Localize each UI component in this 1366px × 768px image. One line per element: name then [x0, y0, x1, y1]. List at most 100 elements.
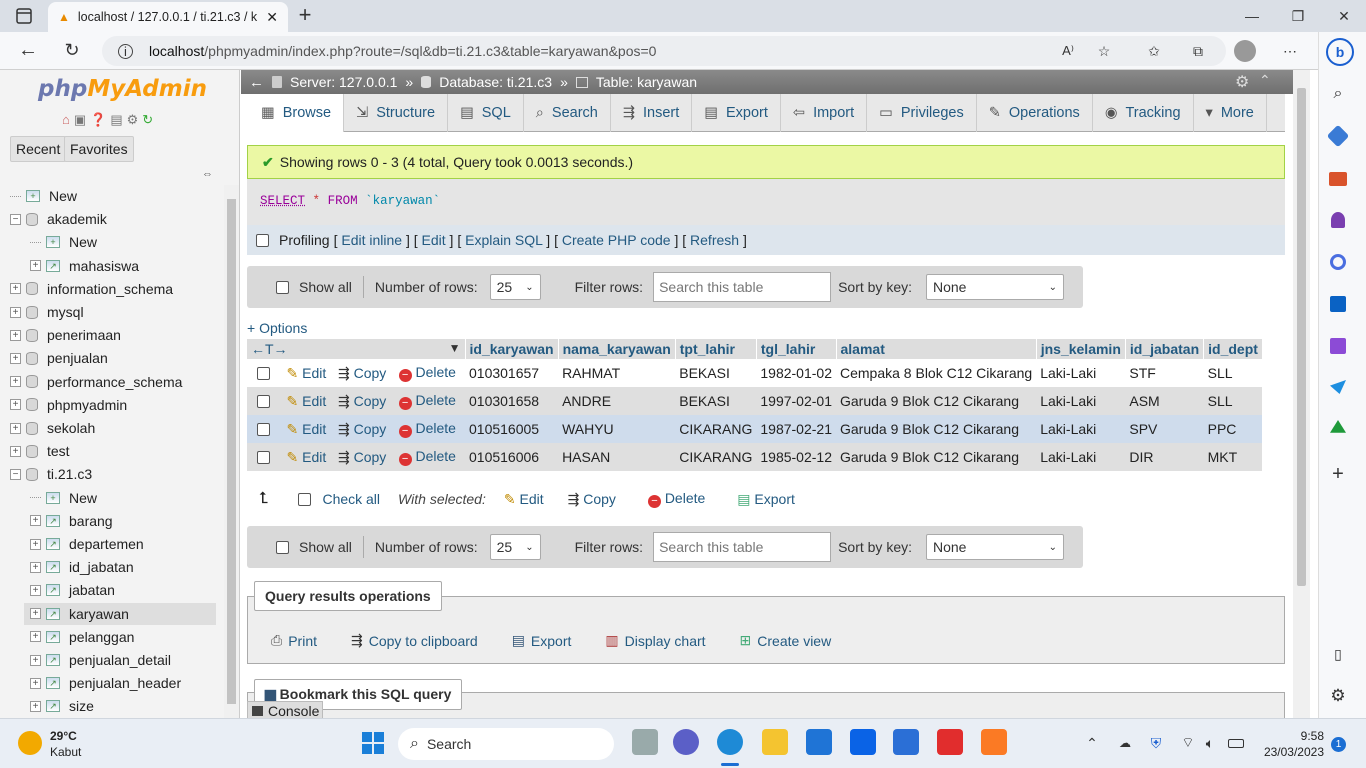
cell-id_jabatan[interactable]: ASM [1125, 387, 1204, 415]
bulk-delete-button[interactable]: − Delete [647, 490, 705, 508]
office-icon[interactable] [1330, 254, 1346, 270]
collections-icon[interactable]: ⧉ [1188, 42, 1208, 60]
close-tab-icon[interactable]: ✕ [266, 9, 278, 26]
tree-label[interactable]: penjualan_detail [69, 652, 171, 668]
tab-tracking[interactable]: ◉ Tracking [1093, 94, 1194, 132]
tree-new-item[interactable]: + New [10, 185, 77, 207]
database-icon[interactable] [26, 467, 38, 481]
breadcrumb-table[interactable]: Table: karyawan [596, 74, 697, 90]
logout-icon[interactable]: ▣ [74, 112, 86, 128]
cell-tpt_lahir[interactable]: BEKASI [675, 387, 757, 415]
cell-id_jabatan[interactable]: STF [1125, 359, 1204, 387]
table-icon[interactable]: ↗ [46, 514, 60, 527]
sidebar-toggle-icon[interactable]: ▯ [1328, 644, 1348, 664]
tree-label[interactable]: penjualan [47, 350, 108, 366]
new-tab-button[interactable]: + [294, 2, 316, 27]
rows-select-bottom[interactable]: 25 ⌄ [489, 534, 541, 560]
tree-label[interactable]: New [69, 234, 97, 250]
expand-icon[interactable]: + [10, 283, 21, 295]
home-icon[interactable]: ⌂ [62, 112, 70, 128]
taskbar-search[interactable]: ⌕ Search [398, 728, 614, 760]
cell-tgl_lahir[interactable]: 1987-02-21 [756, 415, 836, 443]
cell-id_dept[interactable]: SLL [1203, 359, 1263, 387]
games-icon[interactable] [1331, 212, 1345, 228]
clock-date[interactable]: 23/03/2023 [1260, 745, 1324, 759]
tree-table-jabatan[interactable]: + ↗ jabatan [30, 579, 115, 601]
clock-time[interactable]: 9:58 [1300, 729, 1324, 743]
options-link[interactable]: + Options [247, 320, 307, 336]
breadcrumb-database[interactable]: Database: ti.21.c3 [439, 74, 552, 90]
cell-alamat[interactable]: Garuda 9 Blok C12 Cikarang [836, 415, 1037, 443]
tab-import[interactable]: ⇦ Import [781, 94, 868, 132]
collapse-top-icon[interactable]: ⌃ [1259, 72, 1271, 89]
expand-icon[interactable]: + [30, 631, 41, 643]
row-delete-button[interactable]: − Delete [394, 443, 465, 471]
column-header-tgl_lahir[interactable]: tgl_lahir [756, 339, 837, 359]
expand-icon[interactable]: + [30, 654, 41, 666]
cell-alamat[interactable]: Cempaka 8 Blok C12 Cikarang [836, 359, 1037, 387]
row-edit-button[interactable]: ✎ Edit [282, 443, 334, 471]
outlook-icon[interactable] [1330, 296, 1346, 312]
settings-icon[interactable]: ⚙ [127, 112, 139, 128]
tab-insert[interactable]: ⇶ Insert [611, 94, 693, 132]
table-icon[interactable]: ↗ [46, 561, 60, 574]
tree-label[interactable]: ti.21.c3 [47, 466, 92, 482]
tree-database-performance-schema[interactable]: + performance_schema [10, 371, 182, 393]
tree-label[interactable]: id_jabatan [69, 559, 134, 575]
row-copy-button[interactable]: ⇶ Copy [333, 359, 395, 387]
bulk-edit-button[interactable]: ✎ Edit [504, 491, 544, 508]
tab-more[interactable]: ▾ More [1194, 94, 1267, 132]
show-all-checkbox[interactable] [276, 280, 289, 294]
page-settings-icon[interactable]: ⚙ [1235, 72, 1249, 92]
cell-id_dept[interactable]: SLL [1203, 387, 1263, 415]
expand-icon[interactable]: + [30, 608, 41, 620]
close-window-icon[interactable]: ✕ [1336, 6, 1352, 26]
collapse-icon[interactable]: − [10, 213, 21, 225]
start-icon[interactable] [362, 732, 384, 754]
column-header-tpt_lahir[interactable]: tpt_lahir [675, 339, 757, 359]
tree-database-information-schema[interactable]: + information_schema [10, 278, 173, 300]
expand-icon[interactable]: + [10, 399, 21, 411]
wifi-icon[interactable]: ⌔ [1180, 734, 1196, 751]
back-icon[interactable]: ← [18, 39, 38, 61]
minimize-icon[interactable]: — [1244, 6, 1260, 26]
check-all-checkbox[interactable] [298, 492, 312, 506]
column-header-alamat[interactable]: alamat [836, 339, 1037, 359]
expand-icon[interactable]: + [30, 677, 41, 689]
wps-icon[interactable] [937, 729, 963, 755]
read-aloud-icon[interactable]: A⁾ [1058, 42, 1078, 60]
filter-rows-input[interactable]: Search this table [653, 272, 832, 302]
new-item-icon[interactable]: + [46, 491, 60, 504]
tree-table-mahasiswa[interactable]: + ↗ mahasiswa [30, 255, 139, 277]
bulk-copy-button[interactable]: ⇶ Copy [568, 491, 616, 508]
tab-operations[interactable]: ✎ Operations [977, 94, 1093, 132]
filter-rows-input-bottom[interactable]: Search this table [653, 532, 832, 562]
tree-database-penerimaan[interactable]: + penerimaan [10, 324, 121, 346]
tree-database-penjualan[interactable]: + penjualan [10, 347, 108, 369]
refresh-icon[interactable]: ↻ [62, 40, 82, 60]
tab-search[interactable]: ⌕ Search [524, 94, 611, 132]
cell-jns_kelamin[interactable]: Laki-Laki [1036, 415, 1126, 443]
tree-database-mysql[interactable]: + mysql [10, 301, 84, 323]
cell-tpt_lahir[interactable]: CIKARANG [675, 443, 757, 471]
pma-logo[interactable]: phpMyAdmin [38, 76, 207, 102]
tab-browse[interactable]: ▦ Browse [249, 94, 345, 132]
dropbox-icon[interactable] [850, 729, 876, 755]
query-op-display-chart[interactable]: ▥ Display chart [605, 632, 705, 649]
table-icon[interactable]: ↗ [46, 607, 60, 620]
cell-id_karyawan[interactable]: 010516006 [465, 443, 559, 471]
bulk-export-button[interactable]: ▤ Export [737, 491, 795, 508]
reload-nav-icon[interactable]: ↻ [142, 112, 153, 128]
new-item-icon[interactable]: + [26, 190, 40, 202]
profiling-link-explain-sql[interactable]: Explain SQL [465, 232, 542, 248]
row-checkbox[interactable] [247, 443, 283, 471]
edge-settings-icon[interactable]: ⚙ [1328, 686, 1348, 706]
check-all-label[interactable]: Check all [322, 491, 380, 507]
cell-alamat[interactable]: Garuda 9 Blok C12 Cikarang [836, 443, 1037, 471]
main-scrollbar[interactable] [1293, 70, 1310, 718]
add-favorite-icon[interactable]: ☆ [1094, 42, 1114, 60]
database-icon[interactable] [26, 398, 38, 412]
row-copy-button[interactable]: ⇶ Copy [333, 443, 395, 471]
query-op-export[interactable]: ▤ Export [512, 632, 572, 649]
tree-database-ti-21-c3[interactable]: − ti.21.c3 [10, 463, 92, 485]
